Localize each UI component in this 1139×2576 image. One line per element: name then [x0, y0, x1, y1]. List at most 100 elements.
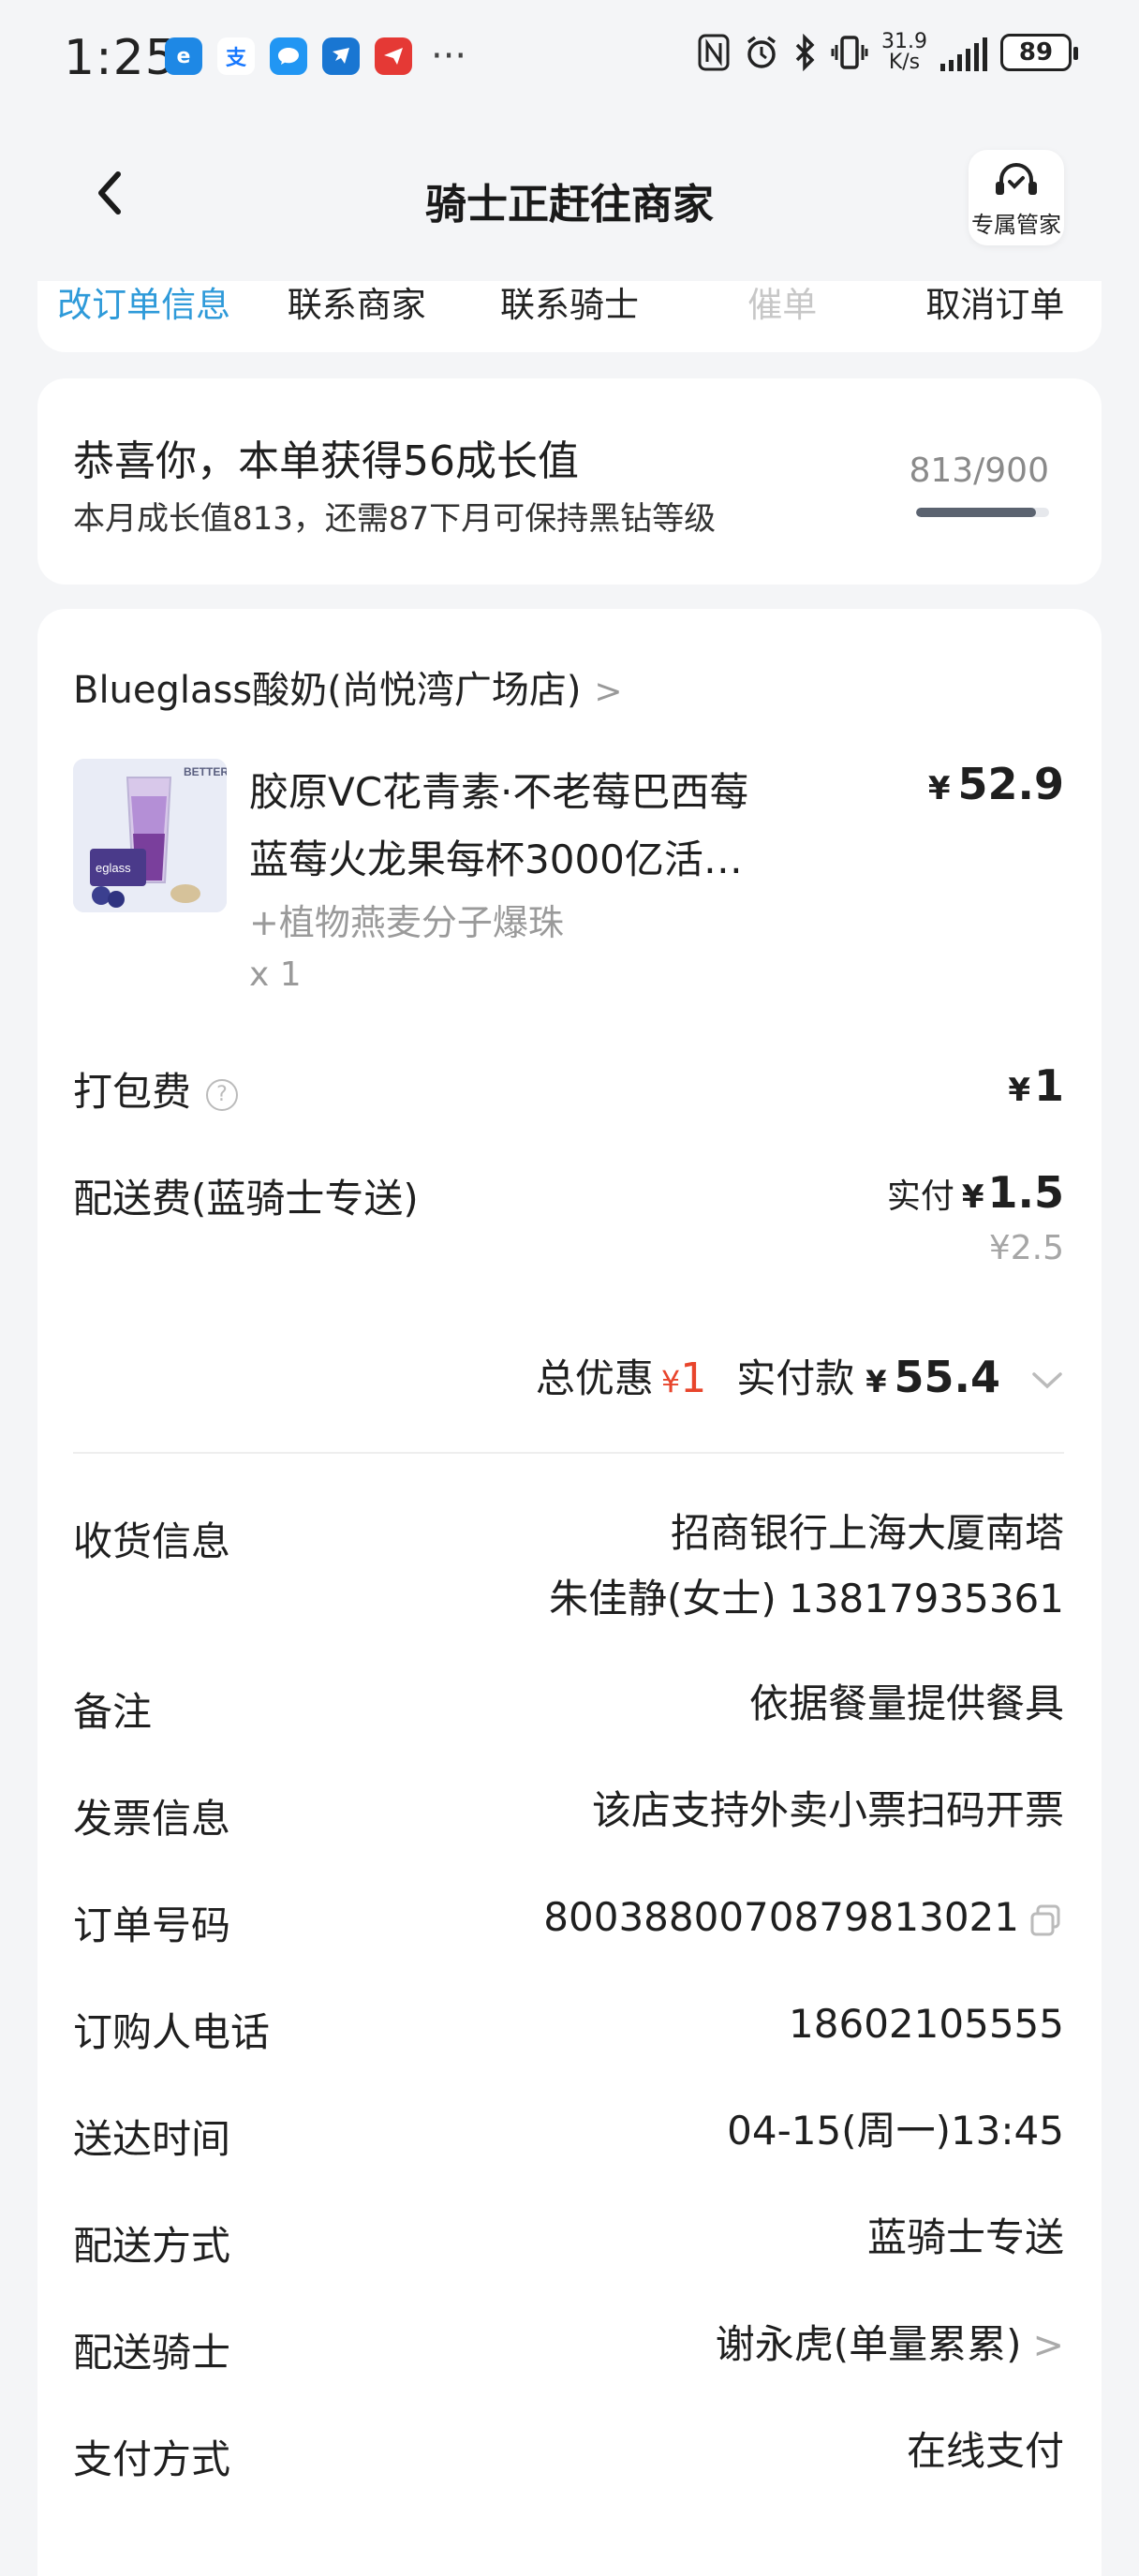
order-detail-card: Blueglass酸奶(尚悦湾广场店) > BETTER eglass 胶原VC花… — [37, 609, 1102, 2576]
product-name[interactable]: 胶原VC花青素·不老莓巴西莓 蓝莓火龙果每杯3000亿活… — [249, 759, 867, 894]
growth-ratio: 813/900 — [909, 452, 1049, 490]
product-price: ¥52.9 — [928, 759, 1064, 809]
bluetooth-icon — [795, 34, 815, 71]
packing-fee-label-wrap: 打包费? — [73, 1060, 239, 1118]
recipient-line: 朱佳静(女士) 13817935361 — [548, 1576, 1064, 1621]
info-key: 备注 — [73, 1689, 153, 1735]
paid-label: 实付款 — [736, 1355, 855, 1401]
info-value-wrap: 谢永虎(单量累累) > — [716, 2321, 1064, 2369]
notification-icons: e 支 ··· — [165, 37, 466, 75]
product-qty: x 1 — [249, 955, 302, 994]
alipay-app-icon: 支 — [217, 37, 255, 75]
info-row-delivery-time: 送达时间 04-15(周一)13:45 — [73, 2108, 1064, 2164]
packing-fee-value-wrap: ¥1 — [1008, 1060, 1064, 1111]
copy-icon[interactable] — [1028, 1902, 1064, 1938]
urge-order-button[interactable]: 催单 — [676, 281, 889, 352]
packing-fee-value: 1 — [1033, 1060, 1064, 1111]
info-value: 依据餐量提供餐具 — [748, 1680, 1064, 1726]
total-summary[interactable]: 总优惠 ¥1 实付款 ¥55.4 — [536, 1347, 1064, 1404]
info-key: 送达时间 — [73, 2116, 231, 2162]
chevron-right-icon: > — [1032, 2324, 1064, 2367]
net-speed: 31.9 K/s — [881, 32, 927, 73]
info-value: 该店支持外卖小票扫码开票 — [591, 1787, 1064, 1833]
info-value: 蓝骑士专送 — [866, 2214, 1064, 2260]
delivery-paid-prefix: 实付 — [886, 1177, 954, 1216]
delivery-fee-value: 1.5 — [987, 1167, 1065, 1218]
message-app-icon — [270, 37, 307, 75]
delivery-fee-value-wrap: 实付 ¥1.5 — [887, 1167, 1064, 1218]
delivery-fee-label: 配送费(蓝骑士专送) — [73, 1176, 419, 1221]
contact-merchant-button[interactable]: 联系商家 — [250, 281, 463, 352]
order-actions-bar: 改订单信息 联系商家 联系骑士 催单 取消订单 — [37, 281, 1102, 352]
status-bar: 1:25 e 支 ··· 31.9 K/s 89 — [0, 0, 1139, 112]
info-row-invoice: 发票信息 该店支持外卖小票扫码开票 — [73, 1787, 1064, 1843]
chevron-down-icon[interactable] — [1030, 1369, 1064, 1392]
info-key: 订购人电话 — [73, 2009, 271, 2055]
growth-title: 恭喜你，本单获得56成长值 — [73, 437, 579, 485]
growth-card[interactable]: 恭喜你，本单获得56成长值 本月成长值813，还需87下月可保持黑钻等级 813… — [37, 378, 1102, 585]
contact-rider-button[interactable]: 联系骑士 — [463, 281, 675, 352]
headset-icon — [996, 163, 1037, 195]
status-time: 1:25 — [64, 30, 177, 86]
rider-name: 谢永虎(单量累累) — [715, 2321, 1022, 2367]
help-icon[interactable]: ? — [206, 1078, 239, 1111]
info-row-address: 收货信息 招商银行上海大厦南塔 朱佳静(女士) 13817935361 — [73, 1510, 1064, 1641]
address-line: 招商银行上海大厦南塔 — [670, 1510, 1064, 1556]
nfc-icon — [698, 34, 730, 71]
currency-symbol: ¥ — [927, 770, 951, 807]
info-row-remark: 备注 依据餐量提供餐具 — [73, 1680, 1064, 1737]
info-key: 配送骑士 — [73, 2330, 231, 2376]
alarm-icon — [747, 36, 777, 68]
info-row-buyer-phone: 订购人电话 18602105555 — [73, 2001, 1064, 2057]
growth-progress-fill — [916, 508, 1037, 517]
info-row-delivery-method: 配送方式 蓝骑士专送 — [73, 2214, 1064, 2271]
red-app-icon — [375, 37, 412, 75]
shop-name: Blueglass酸奶(尚悦湾广场店) — [73, 669, 582, 712]
product-name-line2: 蓝莓火龙果每杯3000亿活… — [249, 836, 743, 882]
delivery-fee-original: ¥2.5 — [988, 1229, 1064, 1267]
growth-subtitle: 本月成长值813，还需87下月可保持黑钻等级 — [73, 500, 717, 538]
divider — [73, 1452, 1064, 1454]
info-value: 18602105555 — [789, 2001, 1064, 2047]
paid-value-wrap: ¥55.4 — [865, 1352, 1000, 1402]
service-manager-label: 专属管家 — [971, 212, 1061, 238]
info-value-wrap: 8003880070879813021 — [543, 1894, 1064, 1941]
currency-symbol: ¥ — [865, 1364, 887, 1399]
currency-symbol: ¥ — [961, 1178, 984, 1216]
net-speed-unit: K/s — [888, 51, 921, 74]
product-thumbnail[interactable]: BETTER eglass — [73, 759, 227, 912]
app-header: 骑士正赶往商家 专属管家 — [0, 141, 1139, 253]
product-spec: +植物燕麦分子爆珠 — [249, 902, 564, 943]
net-speed-value: 31.9 — [881, 30, 927, 53]
discount-value: 1 — [680, 1355, 707, 1402]
discount-label: 总优惠 — [535, 1355, 654, 1401]
info-key: 支付方式 — [73, 2436, 231, 2482]
info-key: 配送方式 — [73, 2223, 231, 2269]
growth-progress-bar — [916, 508, 1049, 517]
packing-fee-row: 打包费? ¥1 — [73, 1060, 1064, 1117]
info-key: 收货信息 — [73, 1518, 231, 1564]
thumb-brand-top: BETTER — [184, 765, 227, 778]
signal-icon — [940, 34, 987, 71]
info-row-rider[interactable]: 配送骑士 谢永虎(单量累累) > — [73, 2321, 1064, 2377]
more-notifications: ··· — [431, 35, 467, 78]
packing-fee-label: 打包费 — [73, 1069, 192, 1115]
service-manager-button[interactable]: 专属管家 — [969, 150, 1064, 245]
info-row-order-number: 订单号码 8003880070879813021 — [73, 1894, 1064, 1950]
currency-symbol: ¥ — [660, 1364, 681, 1399]
info-key: 发票信息 — [73, 1796, 231, 1842]
delivery-fee-row: 配送费(蓝骑士专送) 实付 ¥1.5 ¥2.5 — [73, 1167, 1064, 1280]
info-value: 在线支付 — [906, 2428, 1064, 2474]
product-price-value: 52.9 — [957, 759, 1065, 809]
browser-app-icon: e — [165, 37, 202, 75]
order-number: 8003880070879813021 — [543, 1894, 1019, 1940]
discount-value-wrap: ¥1 — [661, 1355, 706, 1402]
cancel-order-button[interactable]: 取消订单 — [889, 281, 1102, 352]
shop-link[interactable]: Blueglass酸奶(尚悦湾广场店) > — [73, 659, 623, 714]
battery-icon: 89 — [1000, 34, 1078, 71]
dingtalk-app-icon — [322, 37, 360, 75]
edit-order-button[interactable]: 改订单信息 — [37, 281, 250, 352]
system-icons: 31.9 K/s 89 — [698, 32, 1078, 73]
vibrate-icon — [831, 36, 868, 69]
info-row-payment: 支付方式 在线支付 — [73, 2428, 1064, 2484]
